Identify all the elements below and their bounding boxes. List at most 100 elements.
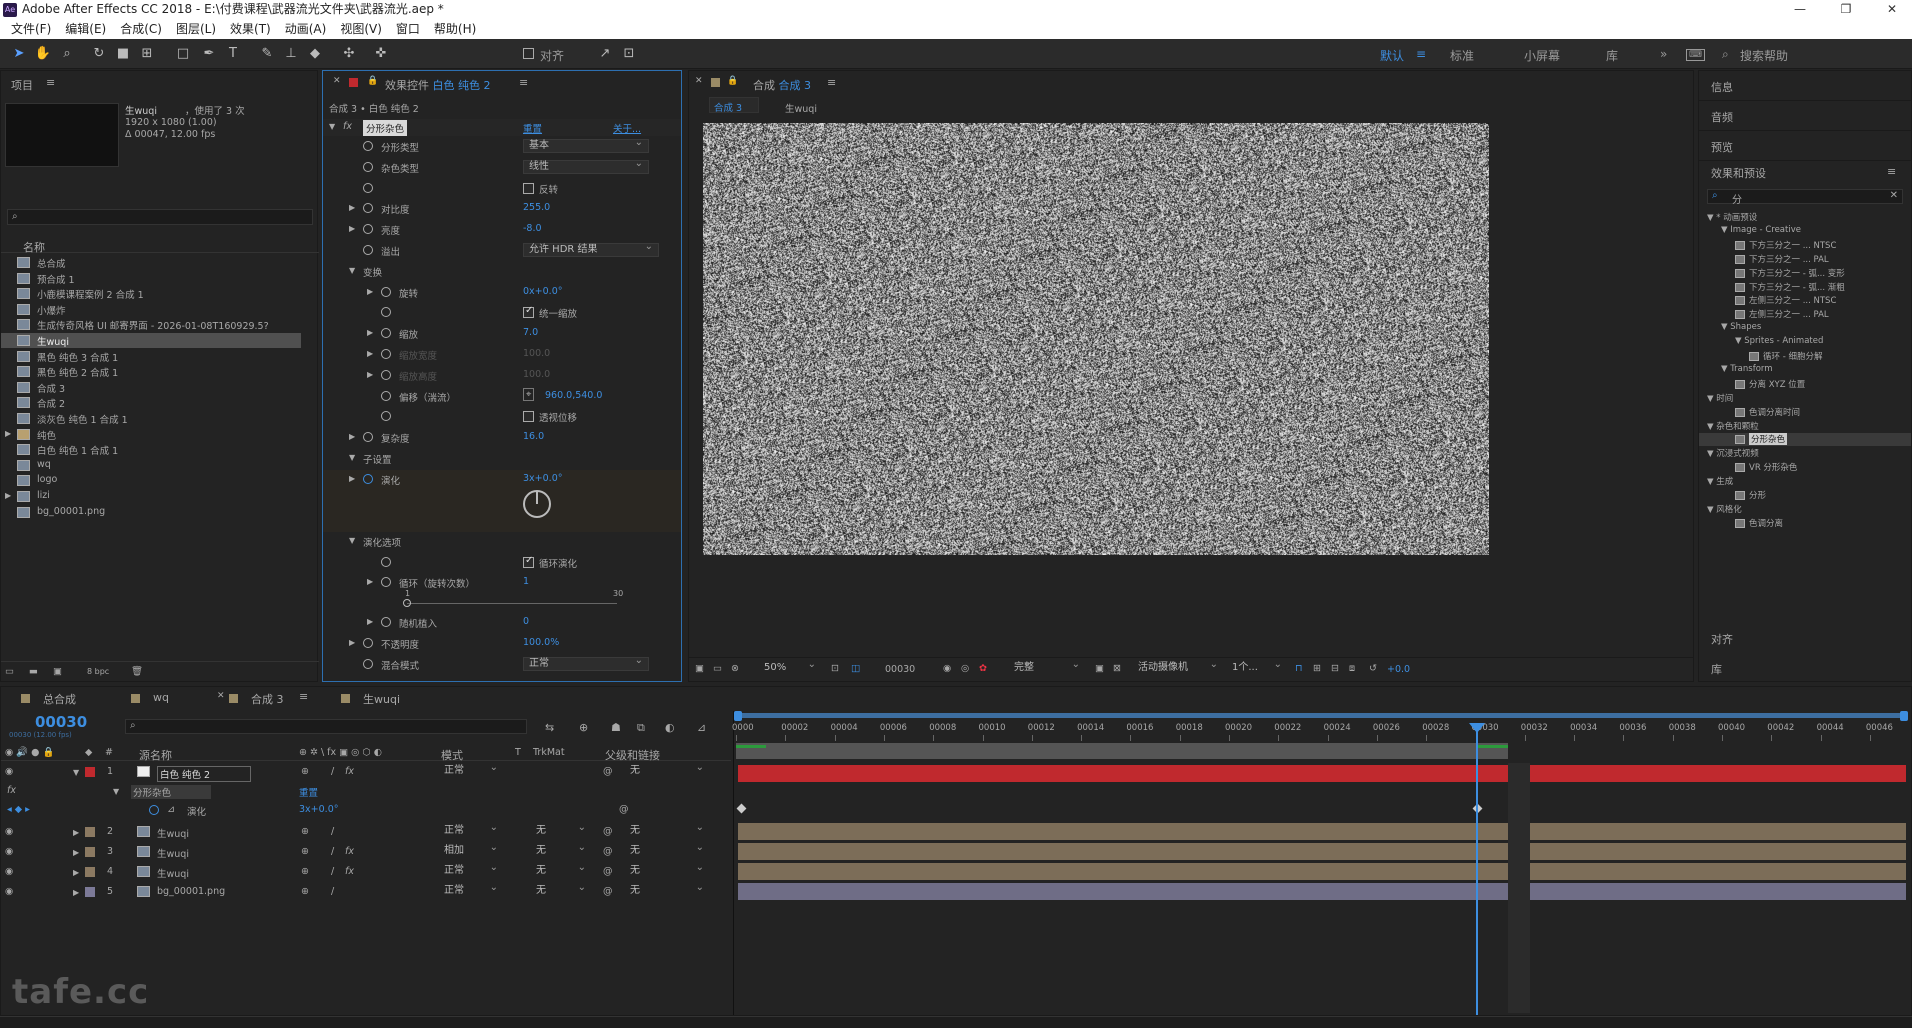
menu-item-1[interactable]: 编辑(E) [58, 20, 113, 39]
expand-icon[interactable]: ▶ [5, 491, 11, 500]
close-icon[interactable]: ✕ [1872, 0, 1912, 18]
collapse-icon[interactable]: ▼ [113, 787, 119, 796]
effects-tree-item[interactable]: 下方三分之一 - 弧... 变形 [1699, 267, 1911, 280]
camera-dropdown[interactable]: 活动摄像机 [1133, 659, 1223, 676]
fx-switch-icon[interactable]: fx [345, 846, 354, 857]
reset-button[interactable]: 重置 [523, 121, 542, 135]
effect-property-row[interactable]: ▶ 对比度 255.0 [323, 199, 681, 220]
effects-search-input[interactable]: ⌕ 分 ✕ [1707, 189, 1903, 206]
display-icon[interactable]: ▭ [713, 663, 722, 674]
composition-tab[interactable]: 合成 合成 3 [753, 77, 811, 93]
project-list-item[interactable]: ▶ 纯色 [1, 427, 301, 442]
new-comp-icon[interactable]: ▣ [53, 666, 62, 677]
visibility-icon[interactable]: ◉ [5, 826, 13, 837]
effect-property-row[interactable]: ▼ 变换 [323, 262, 681, 283]
project-list-item[interactable]: 生wuqi [1, 333, 301, 348]
trkmat-dropdown[interactable]: 无 [531, 882, 591, 899]
property-value[interactable]: 255.0 [523, 202, 550, 213]
toggle-mask-icon[interactable]: ⊓ [1295, 663, 1302, 674]
expand-icon[interactable]: ▶ [73, 828, 79, 837]
property-value[interactable]: 0 [523, 616, 529, 627]
layer-name[interactable]: 生wuqi [157, 866, 189, 880]
new-folder-icon[interactable]: ▬ [29, 666, 38, 677]
effects-tree-item[interactable]: ▼ * 动画预设 [1699, 211, 1911, 224]
effect-property-row[interactable]: 反转 [323, 179, 681, 200]
quality-switch-icon[interactable]: / [331, 826, 334, 837]
property-value[interactable]: 100.0% [523, 637, 559, 648]
effect-property-row[interactable]: ▼ 演化选项 [323, 532, 681, 553]
stopwatch-icon[interactable] [363, 432, 373, 443]
project-list-item[interactable]: logo [1, 473, 301, 488]
stopwatch-icon[interactable] [363, 638, 373, 649]
shy-switch-icon[interactable]: ⊕ [301, 866, 309, 877]
work-area-bar[interactable] [736, 713, 1904, 718]
clear-search-icon[interactable]: ✕ [1890, 190, 1898, 201]
expand-icon[interactable]: ▶ [367, 577, 373, 586]
fast-preview-icon[interactable]: ⊟ [1331, 663, 1339, 674]
pick-whip-icon[interactable]: @ [603, 866, 613, 877]
blend-mode-dropdown[interactable]: 正常 [439, 762, 503, 779]
layer-duration-bar[interactable] [738, 765, 1906, 782]
layer-row[interactable]: ◉ ▶ 3 生wuqi ⊕ / fx 相加 无 @ 无 [1, 842, 731, 863]
effects-presets-tab[interactable]: 效果和预设 [1711, 165, 1766, 181]
eraser-tool-icon[interactable]: ◆ [306, 45, 324, 63]
workspace-library[interactable]: 库 [1606, 47, 1618, 64]
blend-mode-dropdown[interactable]: 正常 [439, 822, 503, 839]
exposure-value[interactable]: +0.0 [1387, 664, 1410, 675]
menu-item-5[interactable]: 动画(A) [278, 20, 334, 39]
project-list-item[interactable]: 总合成 [1, 255, 301, 270]
effects-tree-item[interactable]: 下方三分之一 - 弧... 渐粗 [1699, 281, 1911, 294]
layer-label-color[interactable] [85, 887, 95, 897]
pan-behind-tool-icon[interactable]: ⊞ [138, 45, 156, 63]
collapse-icon[interactable]: ▼ [349, 536, 355, 545]
expand-icon[interactable]: ▶ [367, 617, 373, 626]
menu-item-8[interactable]: 帮助(H) [427, 20, 483, 39]
layer-duration-bar[interactable] [738, 823, 1906, 840]
name-column-header[interactable]: 名称 [23, 239, 45, 255]
layer-duration-bar[interactable] [738, 863, 1906, 880]
parent-dropdown[interactable]: 无 [625, 882, 709, 899]
expand-icon[interactable]: ▶ [73, 848, 79, 857]
fx-icon[interactable]: fx [343, 121, 352, 132]
maximize-icon[interactable]: ❐ [1826, 0, 1866, 18]
project-list-item[interactable]: 预合成 1 [1, 271, 301, 286]
rectangle-tool-icon[interactable]: □ [174, 45, 192, 63]
lock-icon[interactable]: 🔒 [727, 76, 738, 86]
hand-tool-icon[interactable]: ✋ [34, 45, 52, 63]
stopwatch-icon[interactable] [381, 328, 391, 339]
property-checkbox[interactable] [523, 411, 534, 423]
expand-icon[interactable]: ▶ [349, 203, 355, 212]
effect-name[interactable]: 分形杂色 [363, 120, 408, 136]
effect-property-row[interactable]: 分形类型 基本 [323, 137, 681, 158]
zoom-dropdown[interactable]: 50% [759, 659, 821, 676]
keyframed-property-row[interactable]: ◂ ◆ ▸ ⊿ 演化 3x+0.0° @ [1, 801, 731, 821]
expand-icon[interactable]: ▶ [349, 432, 355, 441]
quality-switch-icon[interactable]: / [331, 766, 334, 777]
effects-tree-item[interactable]: 下方三分之一 ... PAL [1699, 253, 1911, 266]
effect-property-row[interactable]: ▼ 子设置 [323, 449, 681, 470]
trkmat-header[interactable]: TrkMat [533, 747, 565, 758]
property-value[interactable]: 7.0 [523, 327, 538, 338]
project-list-item[interactable]: 合成 3 [1, 380, 301, 395]
interpret-footage-icon[interactable]: ▭ [5, 666, 14, 677]
parent-dropdown[interactable]: 无 [625, 862, 709, 879]
work-area-end-handle[interactable] [1900, 711, 1908, 721]
collapse-icon[interactable]: ▼ [329, 122, 335, 131]
project-list-item[interactable]: wq [1, 458, 301, 473]
quality-switch-icon[interactable]: / [331, 846, 334, 857]
property-dropdown[interactable]: 允许 HDR 结果 [523, 241, 659, 257]
layer-row[interactable]: ◉ ▶ 2 生wuqi ⊕ / 正常 无 @ 无 [1, 822, 731, 843]
project-list-item[interactable]: 生成传奇风格 UI 邮寄界面 - 2026-01-08T160929.5? [1, 317, 301, 332]
pick-whip-icon[interactable]: @ [603, 766, 613, 777]
effect-property-row[interactable]: 透视位移 [323, 407, 681, 428]
effects-tree-item[interactable]: ▼ 沉浸式视频 [1699, 447, 1911, 460]
effects-tree-item[interactable]: ▼ Sprites - Animated [1699, 336, 1911, 349]
flowchart-icon[interactable]: ⧈ [1349, 663, 1355, 674]
comp-flow-tab[interactable]: 生wuqi [785, 101, 817, 115]
effects-tree-item[interactable]: ▼ 生成 [1699, 475, 1911, 488]
sub-effect-reset[interactable]: 重置 [299, 785, 318, 799]
stopwatch-icon[interactable] [381, 349, 391, 359]
effects-tree-item[interactable]: 分形 [1699, 489, 1911, 502]
puppet-tool-icon[interactable]: ✜ [372, 45, 390, 63]
layer-name[interactable]: 生wuqi [157, 846, 189, 860]
